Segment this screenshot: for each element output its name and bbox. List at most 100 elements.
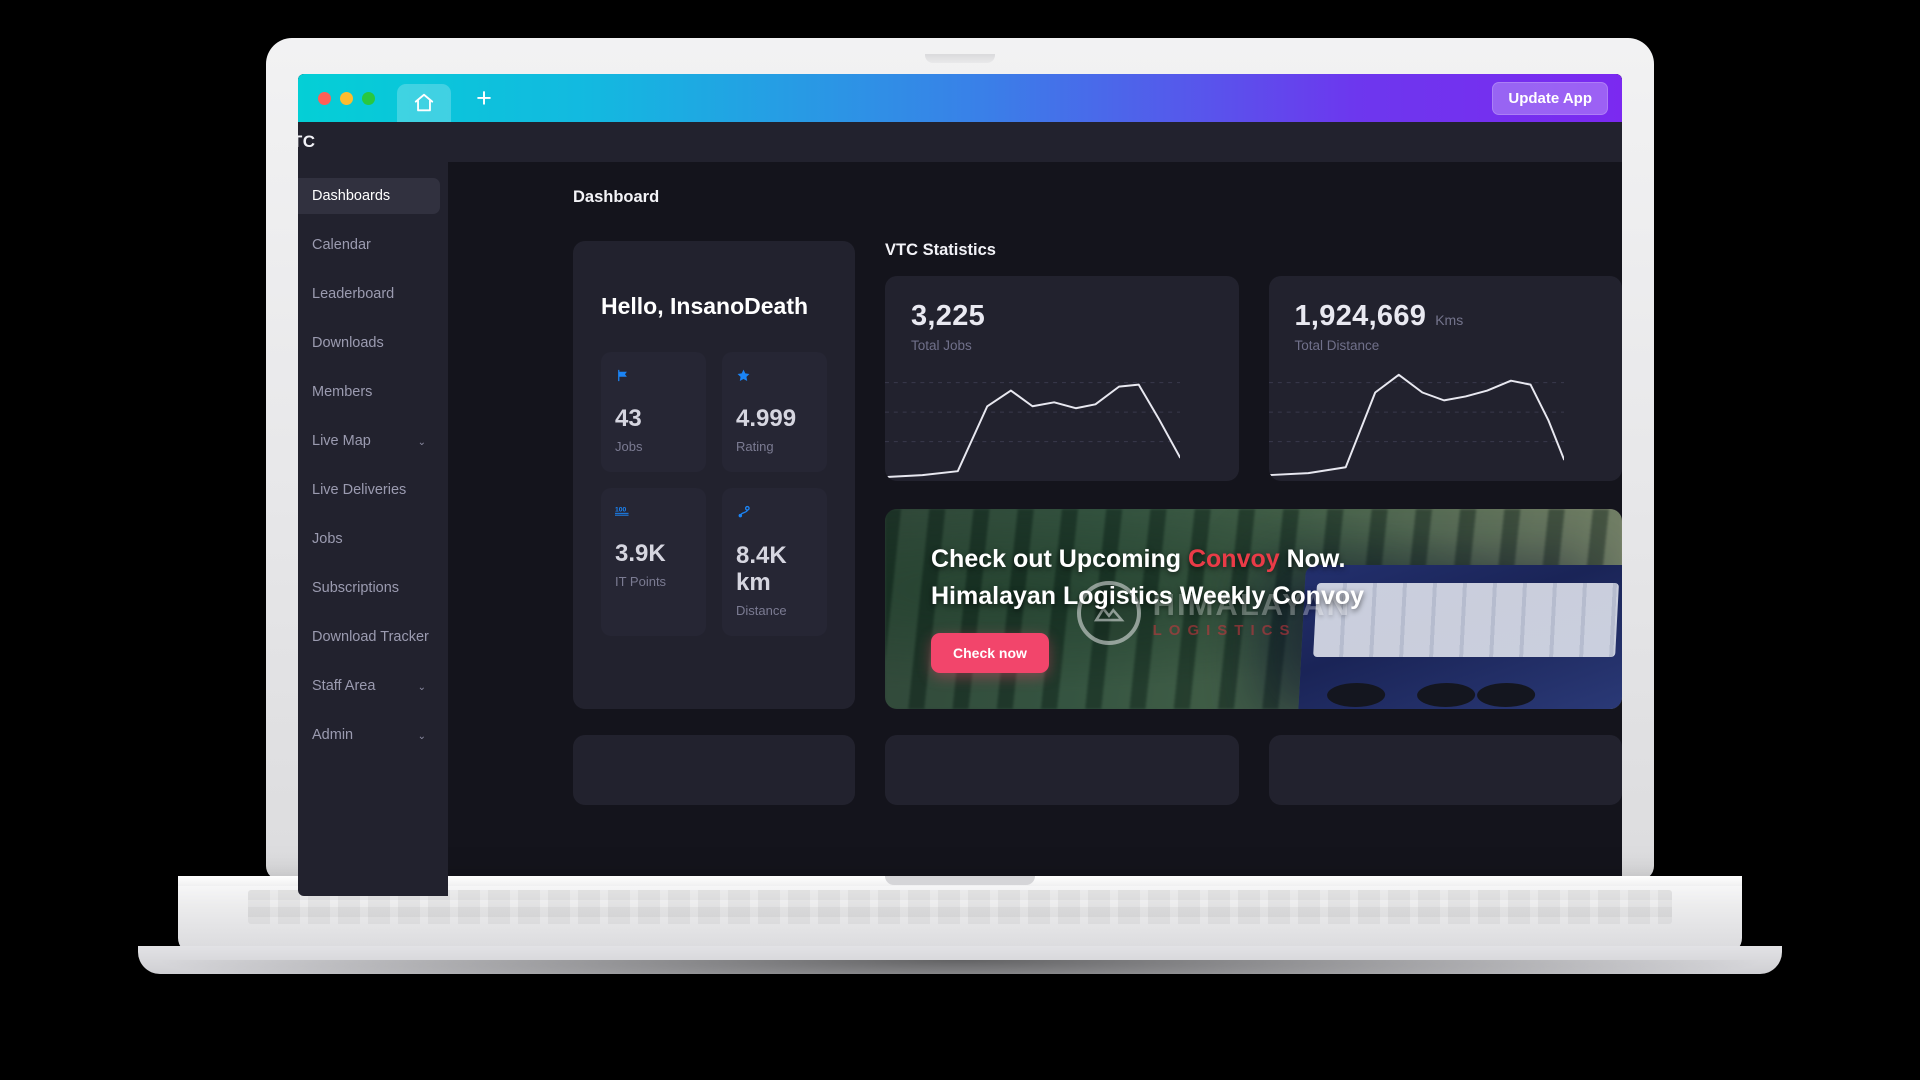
stat-card-total-distance[interactable]: 1,924,669 Kms Total Distance bbox=[1269, 276, 1623, 481]
stat-tile-value: 8.4K km bbox=[736, 543, 813, 597]
main-content: Dashboard Hello, InsanoDeath bbox=[448, 162, 1622, 896]
sparkline-total-jobs bbox=[885, 363, 1180, 481]
stat-card-label: Total Distance bbox=[1295, 338, 1597, 353]
new-tab-button[interactable]: + bbox=[467, 81, 501, 115]
stat-card-value: 1,924,669 bbox=[1295, 300, 1427, 333]
stat-tile-it-points[interactable]: 100 3.9K IT Points bbox=[601, 488, 706, 636]
sidebar-item-label: Jobs bbox=[312, 531, 343, 547]
chevron-down-icon: ⌄ bbox=[418, 682, 426, 693]
chart-gridlines bbox=[1269, 383, 1564, 442]
banner-content: Check out Upcoming Convoy Now. Himalayan… bbox=[885, 509, 1622, 709]
stat-card-value: 3,225 bbox=[911, 300, 985, 333]
page-title: Dashboard bbox=[573, 188, 1622, 207]
update-app-button[interactable]: Update App bbox=[1492, 82, 1608, 115]
sparkline-total-distance bbox=[1269, 363, 1564, 481]
sidebar-item-jobs[interactable]: Jobs bbox=[298, 521, 440, 557]
stat-tile-label: Jobs bbox=[615, 439, 692, 454]
stat-card-unit: Kms bbox=[1435, 312, 1463, 328]
stat-tile-distance[interactable]: 8.4K km Distance bbox=[722, 488, 827, 636]
trackpad-notch bbox=[885, 876, 1035, 885]
tab-home[interactable] bbox=[397, 84, 451, 122]
laptop-shadow bbox=[150, 960, 1770, 1000]
sidebar-item-label: Admin bbox=[312, 727, 353, 743]
sidebar-item-live-deliveries[interactable]: Live Deliveries bbox=[298, 472, 440, 508]
sidebar-item-downloads[interactable]: Downloads bbox=[298, 325, 440, 361]
stat-tile-value: 3.9K bbox=[615, 541, 692, 568]
maximize-button[interactable] bbox=[362, 92, 375, 105]
sidebar-item-label: Live Map bbox=[312, 433, 371, 449]
stat-tile-label: IT Points bbox=[615, 574, 692, 589]
browser-titlebar: + Update App bbox=[298, 74, 1622, 122]
lid-notch bbox=[925, 54, 995, 63]
svg-text:100: 100 bbox=[615, 507, 627, 514]
sidebar-item-label: Calendar bbox=[312, 237, 371, 253]
stat-card-total-jobs[interactable]: 3,225 Total Jobs bbox=[885, 276, 1239, 481]
app-topbar: VTC bbox=[298, 122, 1622, 162]
sidebar: Dashboards Calendar Leaderboard Download… bbox=[298, 162, 448, 896]
sidebar-item-dashboards[interactable]: Dashboards bbox=[298, 178, 440, 214]
plus-icon: + bbox=[476, 85, 492, 112]
convoy-banner[interactable]: HIMALAYAN LOGISTICS Check out Upcoming C… bbox=[885, 509, 1622, 709]
stat-card-label: Total Jobs bbox=[911, 338, 1213, 353]
stat-tile-value: 4.999 bbox=[736, 406, 813, 433]
sidebar-item-calendar[interactable]: Calendar bbox=[298, 227, 440, 263]
greeting-card: Hello, InsanoDeath 43 Jobs bbox=[573, 241, 855, 709]
window-controls[interactable] bbox=[318, 92, 375, 105]
route-icon bbox=[736, 504, 813, 523]
greeting-title: Hello, InsanoDeath bbox=[601, 293, 827, 320]
stat-tiles: 43 Jobs 4.999 bbox=[601, 352, 827, 636]
sidebar-item-label: Dashboards bbox=[312, 188, 390, 204]
brand-logo[interactable]: VTC bbox=[298, 132, 316, 152]
chevron-down-icon: ⌄ bbox=[418, 437, 426, 448]
banner-headline-post: Now. bbox=[1280, 545, 1346, 573]
sidebar-item-members[interactable]: Members bbox=[298, 374, 440, 410]
bottom-card-right[interactable] bbox=[1269, 735, 1623, 805]
sidebar-item-download-tracker[interactable]: Download Tracker bbox=[298, 619, 440, 655]
banner-headline: Check out Upcoming Convoy Now. bbox=[931, 545, 1622, 574]
screen-bezel: + Update App VTC Dashboards Calendar bbox=[298, 74, 1622, 896]
chart-line bbox=[885, 385, 1180, 477]
bottom-card-left[interactable] bbox=[573, 735, 855, 805]
sidebar-item-label: Leaderboard bbox=[312, 286, 394, 302]
section-title-vtc-statistics: VTC Statistics bbox=[885, 241, 1622, 260]
close-button[interactable] bbox=[318, 92, 331, 105]
check-now-button[interactable]: Check now bbox=[931, 633, 1049, 673]
bottom-cards-row bbox=[573, 735, 1622, 805]
stat-card-head: 1,924,669 Kms bbox=[1295, 300, 1597, 333]
sidebar-item-live-map[interactable]: Live Map ⌄ bbox=[298, 423, 440, 459]
statistics-cards: 3,225 Total Jobs bbox=[885, 276, 1622, 481]
bottom-card-middle[interactable] bbox=[885, 735, 1239, 805]
laptop-lid: + Update App VTC Dashboards Calendar bbox=[266, 38, 1654, 880]
banner-headline-highlight: Convoy bbox=[1188, 545, 1280, 573]
scene: + Update App VTC Dashboards Calendar bbox=[0, 0, 1920, 1080]
star-icon bbox=[736, 368, 813, 386]
sidebar-item-label: Download Tracker bbox=[312, 629, 429, 645]
sidebar-item-subscriptions[interactable]: Subscriptions bbox=[298, 570, 440, 606]
sidebar-item-label: Staff Area bbox=[312, 678, 375, 694]
stat-tile-jobs[interactable]: 43 Jobs bbox=[601, 352, 706, 472]
sidebar-item-label: Live Deliveries bbox=[312, 482, 406, 498]
keyboard bbox=[248, 890, 1672, 924]
sidebar-item-label: Subscriptions bbox=[312, 580, 399, 596]
stat-tile-value: 43 bbox=[615, 406, 692, 433]
sidebar-item-admin[interactable]: Admin ⌄ bbox=[298, 717, 440, 753]
chart-gridlines bbox=[885, 383, 1180, 442]
stat-tile-label: Distance bbox=[736, 603, 813, 618]
banner-subheadline: Himalayan Logistics Weekly Convoy bbox=[931, 582, 1622, 611]
home-icon bbox=[413, 92, 435, 114]
sidebar-item-leaderboard[interactable]: Leaderboard bbox=[298, 276, 440, 312]
chevron-down-icon: ⌄ bbox=[418, 731, 426, 742]
stat-card-head: 3,225 bbox=[911, 300, 1213, 333]
sidebar-item-label: Downloads bbox=[312, 335, 384, 351]
sidebar-item-staff-area[interactable]: Staff Area ⌄ bbox=[298, 668, 440, 704]
statistics-column: VTC Statistics 3,225 Total Jobs bbox=[885, 241, 1622, 709]
stat-tile-rating[interactable]: 4.999 Rating bbox=[722, 352, 827, 472]
banner-headline-pre: Check out Upcoming bbox=[931, 545, 1188, 573]
flag-icon bbox=[615, 368, 692, 386]
sidebar-item-label: Members bbox=[312, 384, 372, 400]
chart-line bbox=[1269, 375, 1564, 475]
dashboard-grid: Hello, InsanoDeath 43 Jobs bbox=[573, 241, 1622, 709]
points-icon: 100 bbox=[615, 504, 692, 521]
minimize-button[interactable] bbox=[340, 92, 353, 105]
screen: + Update App VTC Dashboards Calendar bbox=[298, 74, 1622, 896]
